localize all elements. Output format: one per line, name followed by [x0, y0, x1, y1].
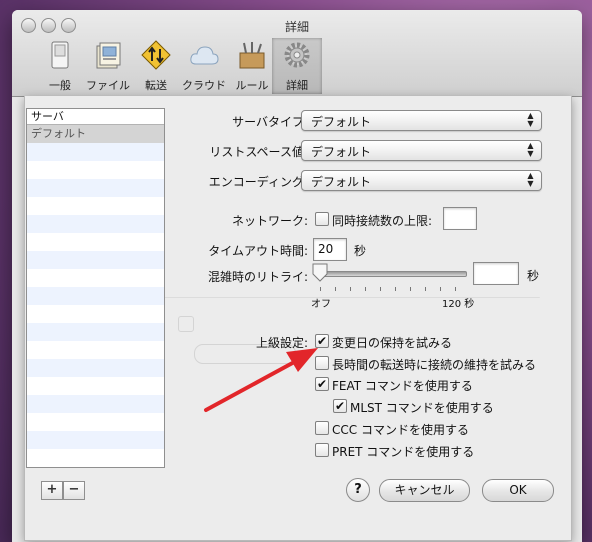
background-checkbox [178, 316, 194, 332]
connection-limit-label: 同時接続数の上限: [332, 214, 433, 228]
list-item [27, 197, 164, 215]
list-item [27, 413, 164, 431]
updown-arrow-icon: ▲ ▼ [527, 111, 534, 128]
list-item [27, 395, 164, 413]
list-item [27, 269, 164, 287]
ccc-command-checkbox[interactable] [315, 421, 329, 435]
list-item [27, 251, 164, 269]
retry-field[interactable] [473, 262, 519, 285]
updown-arrow-icon: ▲ ▼ [527, 171, 534, 188]
feat-command-checkbox[interactable]: ✔ [315, 377, 329, 391]
keep-alive-label: 長時間の転送時に接続の維持を試みる [332, 358, 537, 372]
pret-command-label: PRET コマンドを使用する [332, 445, 475, 459]
slider-tick [335, 287, 336, 291]
mlst-command-label: MLST コマンドを使用する [350, 401, 494, 415]
retry-label: 混雑時のリトライ: [207, 270, 308, 284]
timeout-unit: 秒 [354, 244, 367, 258]
server-type-popup[interactable]: デフォルト ▲ ▼ [301, 110, 542, 131]
list-space-label: リストスペース値: [209, 145, 308, 159]
advanced-label: 上級設定: [255, 336, 308, 350]
file-icon [96, 42, 121, 69]
keep-alive-checkbox[interactable] [315, 356, 329, 370]
slider-tick [440, 287, 441, 291]
retry-unit: 秒 [527, 269, 540, 283]
list-item [27, 467, 164, 468]
cancel-button[interactable]: キャンセル [379, 479, 470, 502]
network-label: ネットワーク: [231, 214, 308, 228]
slider-tick [320, 287, 321, 291]
retry-slider-knob[interactable] [312, 263, 328, 282]
list-item [27, 143, 164, 161]
list-item [27, 161, 164, 179]
cloud-icon [190, 46, 219, 65]
help-button[interactable]: ? [346, 478, 370, 502]
connection-limit-checkbox[interactable] [315, 212, 329, 226]
checkmark-icon: ✔ [334, 399, 346, 413]
slider-tick [380, 287, 381, 291]
encoding-label: エンコーディング: [208, 175, 308, 189]
background-divider [160, 297, 540, 299]
preserve-mod-date-checkbox[interactable]: ✔ [315, 334, 329, 348]
server-type-value: デフォルト [311, 115, 372, 129]
list-item [27, 215, 164, 233]
window-title: 詳細 [284, 20, 309, 34]
ok-button[interactable]: OK [482, 479, 554, 502]
checkmark-icon: ✔ [316, 334, 328, 348]
list-item [27, 179, 164, 197]
transfer-sign-icon [141, 40, 171, 70]
list-item [27, 287, 164, 305]
slider-tick [365, 287, 366, 291]
retry-slider-track[interactable] [315, 271, 467, 277]
toolbar-advanced-label: 詳細 [286, 79, 308, 92]
preserve-mod-date-label: 変更日の保持を試みる [332, 336, 453, 350]
encoding-popup[interactable]: デフォルト ▲ ▼ [301, 170, 542, 191]
updown-arrow-icon: ▲ ▼ [527, 141, 534, 158]
slider-tick [455, 287, 456, 291]
switch-icon [51, 41, 69, 69]
pret-command-checkbox[interactable] [315, 443, 329, 457]
feat-command-label: FEAT コマンドを使用する [332, 379, 473, 393]
server-list-header: サーバ [27, 109, 164, 125]
timeout-field[interactable]: 20 [313, 238, 347, 261]
add-server-button[interactable]: + [41, 481, 63, 500]
list-item [27, 359, 164, 377]
slider-tick [350, 287, 351, 291]
server-type-label: サーバタイプ: [232, 115, 308, 129]
rules-box-icon [239, 42, 265, 69]
toolbar-advanced[interactable]: 詳細 [272, 38, 322, 94]
timeout-label: タイムアウト時間: [208, 244, 308, 258]
encoding-value: デフォルト [311, 175, 372, 189]
server-list[interactable]: サーバ デフォルト [26, 108, 165, 468]
gear-icon [284, 42, 310, 68]
slider-tick [425, 287, 426, 291]
title-bar: 詳細 一般 ファイル 転送 クラウド ルール 詳細 [12, 10, 582, 97]
slider-tick [410, 287, 411, 291]
list-space-popup[interactable]: デフォルト ▲ ▼ [301, 140, 542, 161]
retry-max-label: 120 秒 [442, 299, 475, 310]
mlst-command-checkbox[interactable]: ✔ [333, 399, 347, 413]
list-item [27, 449, 164, 467]
ccc-command-label: CCC コマンドを使用する [332, 423, 469, 437]
checkmark-icon: ✔ [316, 377, 328, 391]
retry-min-label: オフ [311, 299, 331, 310]
list-item [27, 341, 164, 359]
list-item [27, 305, 164, 323]
remove-server-button[interactable]: − [63, 481, 85, 500]
list-space-value: デフォルト [311, 145, 372, 159]
list-item [27, 377, 164, 395]
slider-tick [395, 287, 396, 291]
list-item [27, 431, 164, 449]
list-item [27, 323, 164, 341]
list-item [27, 233, 164, 251]
connection-limit-field[interactable] [443, 207, 477, 230]
server-list-item-default[interactable]: デフォルト [27, 125, 164, 143]
